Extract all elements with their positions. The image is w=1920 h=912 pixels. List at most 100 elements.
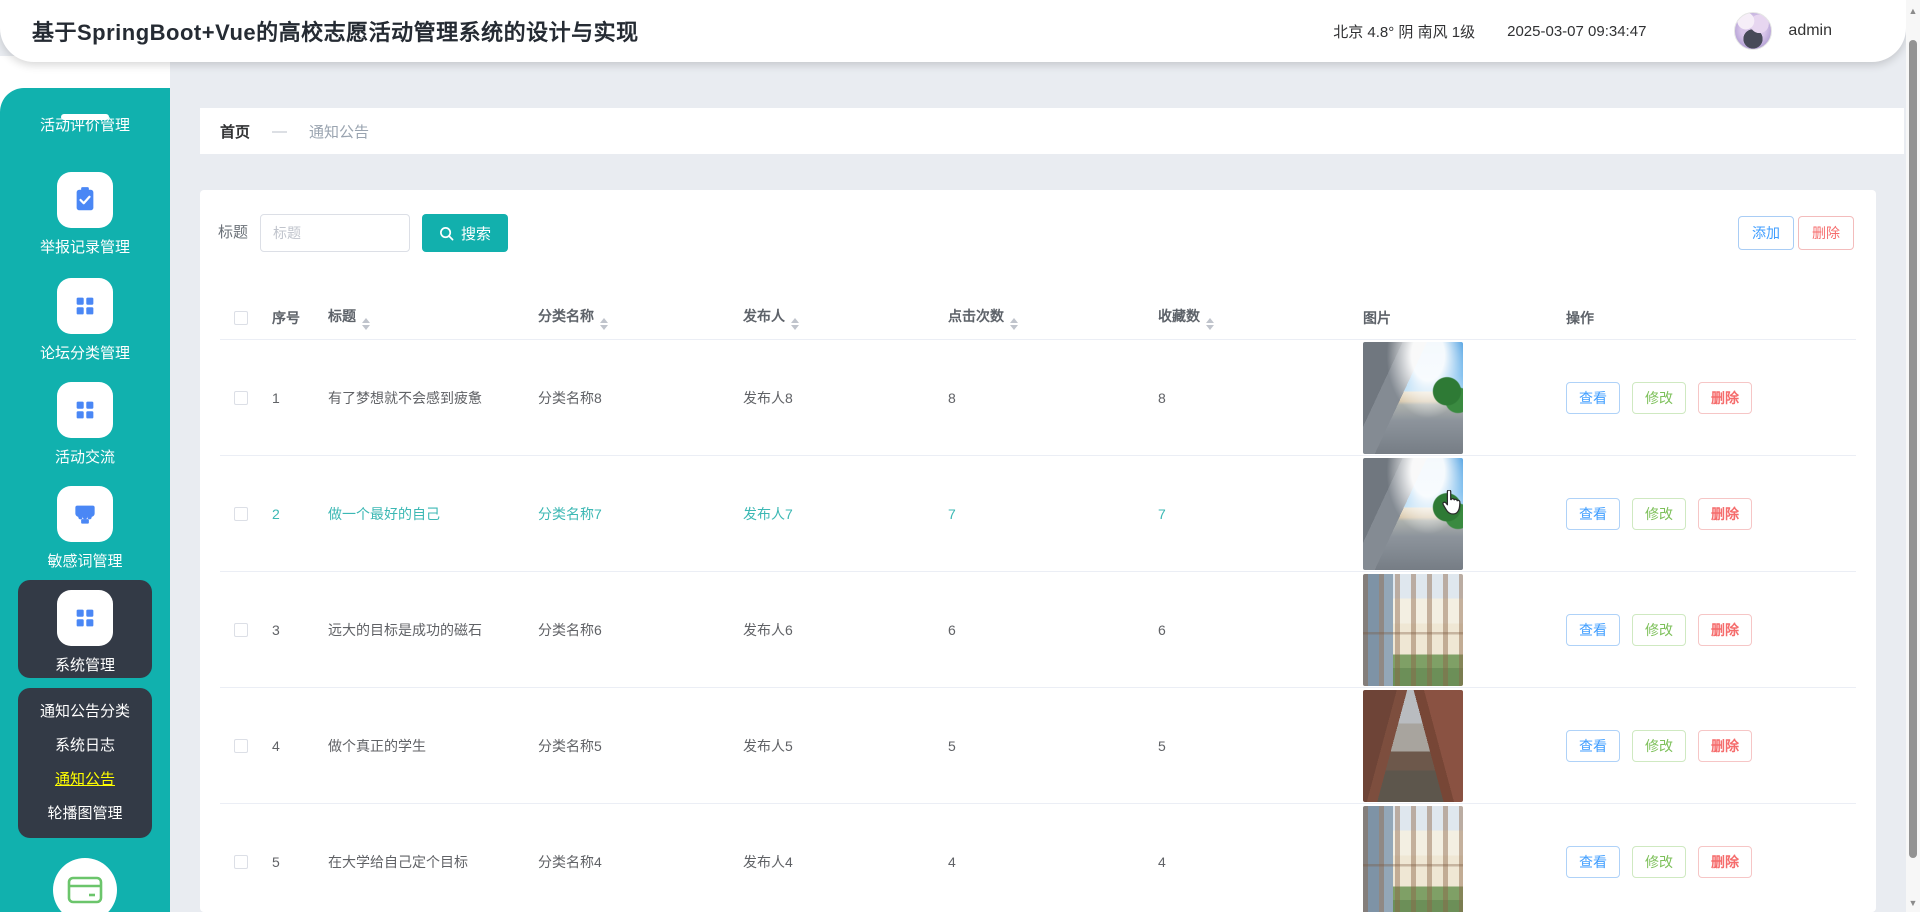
column-header-label: 序号 <box>272 310 300 326</box>
view-row-button[interactable]: 查看 <box>1566 846 1620 878</box>
sort-caret-icon[interactable] <box>362 318 370 330</box>
delete-row-button[interactable]: 删除 <box>1698 614 1752 646</box>
delete-row-button[interactable]: 删除 <box>1698 382 1752 414</box>
column-header[interactable]: 点击次数 <box>938 306 1148 330</box>
campus-track-photo[interactable] <box>1363 458 1463 570</box>
sort-caret-icon[interactable] <box>1206 318 1214 330</box>
scrollbar-thumb[interactable] <box>1909 40 1917 858</box>
sidebar-bottom-button[interactable] <box>53 858 117 912</box>
cell-image <box>1353 342 1556 454</box>
table-row[interactable]: 2做一个最好的自己分类名称7发布人777查看修改删除 <box>220 456 1856 572</box>
cell-publisher: 发布人7 <box>733 504 938 524</box>
sort-caret-icon[interactable] <box>600 318 608 330</box>
sidebar-item-sensitive-words[interactable]: 敏感词管理 <box>0 486 170 571</box>
sidebar-item-label: 系统管理 <box>18 654 152 675</box>
breadcrumb-separator: — <box>272 123 287 140</box>
submenu-item-carousel[interactable]: 轮播图管理 <box>18 804 152 824</box>
cell-clicks: 5 <box>938 738 1148 754</box>
cell-index: 5 <box>262 854 318 870</box>
column-header[interactable]: 发布人 <box>733 306 938 330</box>
add-button[interactable]: 添加 <box>1738 216 1794 250</box>
table-row[interactable]: 5在大学给自己定个目标分类名称4发布人444查看修改删除 <box>220 804 1856 912</box>
edit-row-button[interactable]: 修改 <box>1632 614 1686 646</box>
sort-caret-icon[interactable] <box>1010 318 1018 330</box>
row-checkbox[interactable] <box>234 855 248 869</box>
header-checkbox-cell <box>220 311 262 325</box>
sidebar-submenu: 通知公告分类系统日志通知公告轮播图管理 <box>18 688 152 838</box>
view-row-button[interactable]: 查看 <box>1566 382 1620 414</box>
sort-caret-icon[interactable] <box>791 318 799 330</box>
cell-category: 分类名称4 <box>528 852 733 872</box>
row-checkbox[interactable] <box>234 623 248 637</box>
sidebar-item-report-records[interactable]: 举报记录管理 <box>0 172 170 257</box>
sidebar-item-system-management[interactable]: 系统管理 <box>18 580 152 678</box>
cell-index: 3 <box>262 622 318 638</box>
select-all-checkbox[interactable] <box>234 311 248 325</box>
column-header-label: 分类名称 <box>538 308 594 324</box>
cell-title: 有了梦想就不会感到疲惫 <box>318 388 528 408</box>
campus-track-photo[interactable] <box>1363 342 1463 454</box>
column-header[interactable]: 分类名称 <box>528 306 733 330</box>
sidebar: 活动评价管理 举报记录管理 论坛分类管理 活动交流 敏感词管理 系统管理 通 <box>0 88 170 912</box>
column-header[interactable]: 标题 <box>318 306 528 330</box>
sidebar-item-activity-exchange[interactable]: 活动交流 <box>0 382 170 467</box>
submenu-item-notice[interactable]: 通知公告 <box>18 770 152 790</box>
view-row-button[interactable]: 查看 <box>1566 730 1620 762</box>
cell-actions: 查看修改删除 <box>1556 730 1856 762</box>
row-checkbox[interactable] <box>234 739 248 753</box>
view-row-button[interactable]: 查看 <box>1566 614 1620 646</box>
cell-actions: 查看修改删除 <box>1556 382 1856 414</box>
brick-courtyard-photo[interactable] <box>1363 690 1463 802</box>
username[interactable]: admin <box>1788 22 1832 40</box>
column-header[interactable]: 收藏数 <box>1148 306 1353 330</box>
delete-row-button[interactable]: 删除 <box>1698 498 1752 530</box>
scrollbar-up-arrow[interactable]: ▲ <box>1906 6 1920 16</box>
cell-title: 做一个最好的自己 <box>318 504 528 524</box>
page: { "header": { "title": "基于SpringBoot+Vue… <box>0 0 1920 912</box>
submenu-item-system-log[interactable]: 系统日志 <box>18 736 152 756</box>
sidebar-item-forum-category[interactable]: 论坛分类管理 <box>0 278 170 363</box>
cell-image <box>1353 690 1556 802</box>
row-checkbox[interactable] <box>234 391 248 405</box>
column-header-label: 发布人 <box>743 308 785 324</box>
sidebar-item-label: 敏感词管理 <box>0 550 170 571</box>
table-row[interactable]: 3远大的目标是成功的磁石分类名称6发布人666查看修改删除 <box>220 572 1856 688</box>
delete-row-button[interactable]: 删除 <box>1698 730 1752 762</box>
clipped-icon <box>61 114 109 120</box>
edit-row-button[interactable]: 修改 <box>1632 498 1686 530</box>
modern-building-photo[interactable] <box>1363 574 1463 686</box>
edit-row-button[interactable]: 修改 <box>1632 846 1686 878</box>
delete-button[interactable]: 删除 <box>1798 216 1854 250</box>
header-right: 北京 4.8° 阴 南风 1级 2025-03-07 09:34:47 admi… <box>1333 12 1832 50</box>
scrollbar-down-arrow[interactable]: ▼ <box>1906 898 1920 908</box>
search-button[interactable]: 搜索 <box>422 214 508 252</box>
cell-title: 做个真正的学生 <box>318 736 528 756</box>
cell-category: 分类名称6 <box>528 620 733 640</box>
breadcrumb-home[interactable]: 首页 <box>220 121 250 142</box>
delete-row-button[interactable]: 删除 <box>1698 846 1752 878</box>
cell-favorites: 7 <box>1148 506 1353 522</box>
notice-table: 序号标题分类名称发布人点击次数收藏数图片操作 1有了梦想就不会感到疲惫分类名称8… <box>220 296 1856 912</box>
cell-actions: 查看修改删除 <box>1556 846 1856 878</box>
row-checkbox[interactable] <box>234 507 248 521</box>
edit-row-button[interactable]: 修改 <box>1632 730 1686 762</box>
search-input[interactable] <box>260 214 410 252</box>
edit-row-button[interactable]: 修改 <box>1632 382 1686 414</box>
cell-image <box>1353 806 1556 912</box>
view-row-button[interactable]: 查看 <box>1566 498 1620 530</box>
table-header-row: 序号标题分类名称发布人点击次数收藏数图片操作 <box>220 296 1856 340</box>
cell-favorites: 4 <box>1148 854 1353 870</box>
sidebar-item-label: 活动交流 <box>0 446 170 467</box>
table-row[interactable]: 4做个真正的学生分类名称5发布人555查看修改删除 <box>220 688 1856 804</box>
row-checkbox-cell <box>220 623 262 637</box>
modern-building-photo[interactable] <box>1363 806 1463 912</box>
scrollbar[interactable]: ▲ ▼ <box>1906 0 1920 912</box>
avatar[interactable] <box>1734 12 1772 50</box>
column-header-label: 收藏数 <box>1158 308 1200 324</box>
column-header-label: 操作 <box>1566 308 1594 328</box>
submenu-item-notice-category[interactable]: 通知公告分类 <box>18 702 152 722</box>
table-row[interactable]: 1有了梦想就不会感到疲惫分类名称8发布人888查看修改删除 <box>220 340 1856 456</box>
shop-icon <box>57 486 113 542</box>
cell-publisher: 发布人5 <box>733 736 938 756</box>
grid-icon <box>57 278 113 334</box>
